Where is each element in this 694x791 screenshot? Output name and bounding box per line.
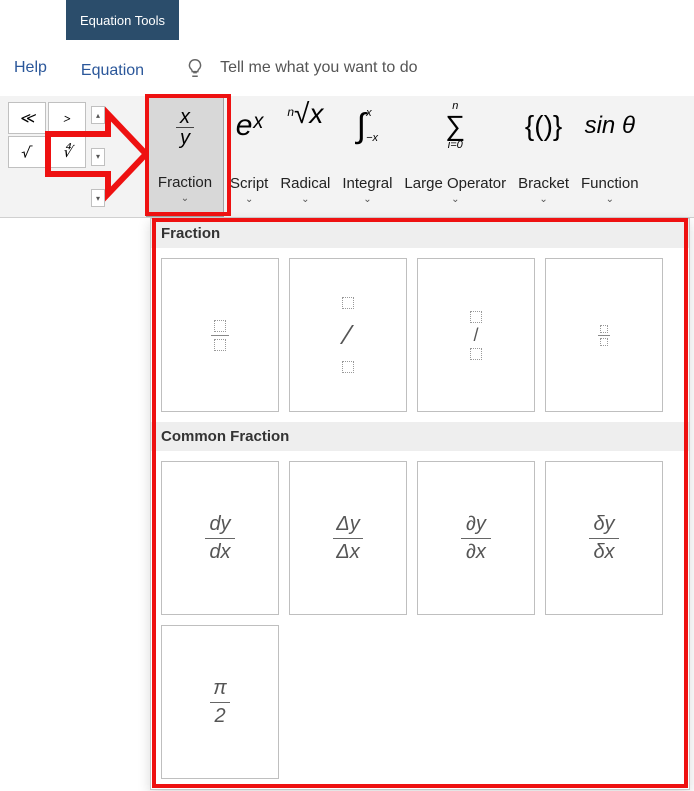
function-button[interactable]: sin θ Function⌄ — [575, 96, 645, 217]
common-frac-pi-2[interactable]: π2 — [161, 625, 279, 779]
common-frac-delta-y-x[interactable]: ΔyΔx — [289, 461, 407, 615]
bracket-button[interactable]: {()} Bracket⌄ — [512, 96, 575, 217]
fraction-gallery: Fraction ⁄ / — [150, 218, 690, 790]
gallery-section-fraction: Fraction — [151, 219, 689, 248]
annotation-arrow — [38, 104, 148, 204]
tab-help[interactable]: Help — [0, 40, 61, 96]
lightbulb-icon — [184, 57, 206, 79]
common-frac-partial[interactable]: ∂y∂x — [417, 461, 535, 615]
chevron-down-icon: ⌄ — [301, 194, 309, 206]
common-frac-dy-dx[interactable]: dydx — [161, 461, 279, 615]
frac-y: y — [180, 128, 190, 148]
chevron-down-icon: ⌄ — [606, 194, 614, 206]
common-frac-delta-small[interactable]: δyδx — [545, 461, 663, 615]
chevron-down-icon: ⌄ — [245, 194, 253, 206]
contextual-tab-title: Equation Tools — [66, 0, 179, 40]
radical-button[interactable]: n √x Radical⌄ — [274, 96, 336, 217]
fraction-stacked[interactable] — [161, 258, 279, 412]
chevron-down-icon: ⌄ — [181, 193, 189, 205]
tab-equation[interactable]: Equation — [61, 42, 164, 98]
frac-x: x — [180, 107, 190, 127]
chevron-down-icon: ⌄ — [363, 194, 371, 206]
integral-button[interactable]: ∫ x −x Integral⌄ — [336, 96, 398, 217]
chevron-down-icon: ⌄ — [451, 194, 459, 206]
chevron-down-icon: ⌄ — [539, 194, 547, 206]
fraction-skewed[interactable]: ⁄ — [289, 258, 407, 412]
tell-me-label: Tell me what you want to do — [220, 59, 417, 77]
fraction-linear[interactable]: / — [417, 258, 535, 412]
script-button[interactable]: eˣ Script⌄ — [224, 96, 274, 217]
fraction-small[interactable] — [545, 258, 663, 412]
gallery-section-common: Common Fraction — [151, 422, 689, 451]
fraction-button[interactable]: x y Fraction⌄ — [146, 96, 224, 217]
large-operator-button[interactable]: n ∑ i=0 Large Operator⌄ — [398, 96, 512, 217]
tell-me-search[interactable]: Tell me what you want to do — [184, 57, 417, 79]
